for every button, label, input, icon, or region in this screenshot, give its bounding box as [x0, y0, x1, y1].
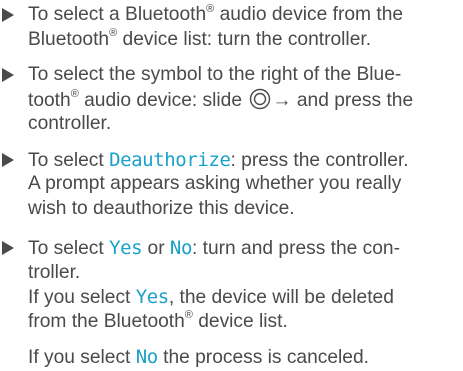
bullet-triangle-icon [2, 8, 14, 22]
bullet-triangle-icon [2, 241, 14, 255]
registered-mark: ® [70, 88, 79, 101]
step-select-symbol-line-3: controller. [28, 113, 112, 134]
step-select-symbol-line-1: To select the symbol to the right of the… [28, 64, 402, 85]
text-segment: Bluetooth [28, 28, 110, 50]
step-select-device-line-2: Bluetooth® device list: turn the control… [28, 28, 459, 53]
step-confirm-line-1: To select Yes or No: turn and press the … [28, 236, 459, 261]
step-confirm-yes-result: If you select Yes, the device will be de… [28, 285, 459, 310]
step-deauthorize-line-1: To select Deauthorize: press the control… [28, 148, 459, 173]
text-segment: To select [28, 238, 110, 259]
text-segment: tooth [28, 89, 71, 111]
registered-mark: ® [109, 27, 118, 40]
text-segment: device list: turn the controller. [117, 28, 372, 50]
text-segment: , the device will be deleted [168, 287, 394, 308]
menu-item-no: No [135, 346, 158, 368]
step-confirm-no-result: If you select No the process is canceled… [28, 345, 459, 370]
step-confirm-yes-result-line-2: from the Bluetooth® device list. [28, 310, 459, 335]
menu-item-no: No [169, 237, 192, 259]
step-deauthorize: To select Deauthorize: press the control… [0, 148, 463, 222]
text-segment: To select [28, 149, 110, 171]
text-segment: : press the controller. [230, 149, 409, 171]
step-select-symbol: To select the symbol to the right of the… [0, 63, 463, 137]
text-segment: device list. [192, 310, 288, 332]
text-segment: : turn and press the con- [192, 238, 400, 259]
step-select-symbol-line-2: tooth® audio device: slide → and press t… [28, 88, 459, 113]
registered-mark: ® [206, 2, 215, 15]
text-segment: audio device: slide [78, 89, 248, 111]
text-segment: If you select [28, 347, 136, 368]
step-select-device: To select a Bluetooth® audio device from… [0, 3, 463, 52]
arrow-right-icon: → [272, 89, 292, 111]
step-confirm: To select Yes or No: turn and press the … [0, 236, 463, 370]
step-confirm-line-2: troller. [28, 261, 81, 283]
text-segment: from the Bluetooth [28, 310, 185, 332]
step-deauthorize-line-3: wish to deauthorize this device. [28, 197, 295, 219]
menu-item-yes: Yes [135, 286, 170, 308]
menu-item-deauthorize: Deauthorize [109, 148, 231, 171]
bullet-triangle-icon [2, 68, 14, 82]
step-deauthorize-line-2: A prompt appears asking whether you real… [28, 173, 402, 194]
step-select-device-line-1: To select a Bluetooth® audio device from… [28, 3, 459, 28]
controller-dial-icon [249, 88, 271, 118]
text-segment: the process is canceled. [157, 347, 369, 368]
menu-item-yes: Yes [109, 237, 143, 259]
text-segment: or [142, 238, 170, 259]
text-segment: To select a Bluetooth [28, 4, 207, 25]
registered-mark: ® [184, 309, 193, 322]
text-segment: and press the [291, 89, 414, 111]
text-segment: audio device from the [214, 4, 404, 25]
bullet-triangle-icon [2, 152, 14, 167]
text-segment: If you select [28, 287, 136, 308]
instruction-page: To select a Bluetooth® audio device from… [0, 0, 463, 370]
